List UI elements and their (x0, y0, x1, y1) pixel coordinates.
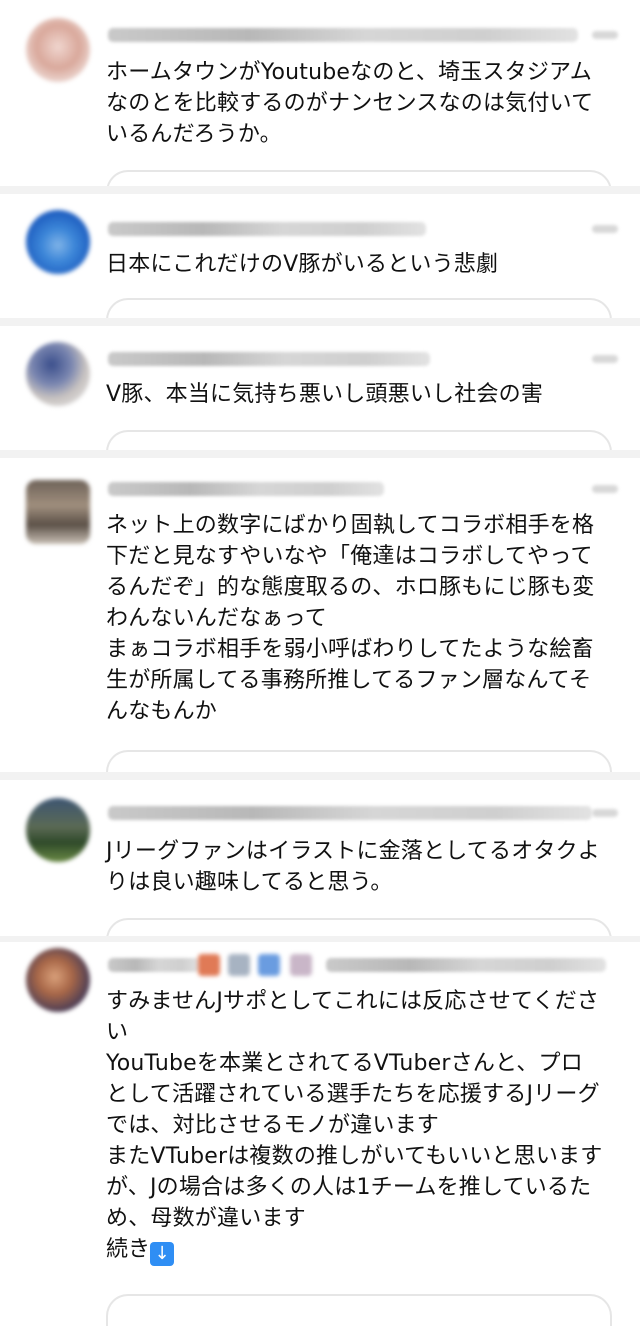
reply-post[interactable]: 日本にこれだけのV豚がいるという悲劇 (0, 194, 640, 340)
reply-text: すみませんJサポとしてこれには反応させてくださ い YouTubeを本業とされて… (106, 989, 603, 1231)
reply-post[interactable]: すみませんJサポとしてこれには反応させてくださ い YouTubeを本業とされて… (0, 942, 640, 1326)
down-arrow-icon: ↓ (150, 1242, 175, 1266)
reply-text: 日本にこれだけのV豚がいるという悲劇 (106, 252, 499, 277)
action-bar[interactable] (106, 1294, 612, 1326)
separator (0, 772, 640, 780)
reply-text: V豚、本当に気持ち悪いし頭悪いし社会の害 (106, 382, 544, 407)
author-handle-blurred[interactable] (326, 958, 606, 972)
emoji-blurred (290, 954, 312, 976)
author-name-blurred[interactable] (108, 482, 384, 496)
reply-text: ホームタウンがYoutubeなのと、埼玉スタジアム なのとを比較するのがナンセン… (106, 60, 594, 147)
reply-feed: ホームタウンがYoutubeなのと、埼玉スタジアム なのとを比較するのがナンセン… (0, 0, 640, 1326)
more-options-icon[interactable] (592, 485, 618, 493)
reply-post[interactable]: Jリーグファンはイラストに金落としてるオタクよ りは良い趣味してると思う。 (0, 780, 640, 960)
more-options-icon[interactable] (592, 31, 618, 39)
avatar[interactable] (26, 18, 90, 82)
avatar[interactable] (26, 210, 90, 274)
avatar[interactable] (26, 342, 90, 406)
reply-post[interactable]: ホームタウンがYoutubeなのと、埼玉スタジアム なのとを比較するのがナンセン… (0, 0, 640, 212)
avatar[interactable] (26, 798, 90, 862)
more-options-icon[interactable] (592, 355, 618, 363)
author-name-blurred[interactable] (108, 222, 426, 236)
emoji-blurred (228, 954, 250, 976)
author-name-blurred[interactable] (108, 958, 200, 972)
avatar[interactable] (26, 480, 90, 544)
author-name-blurred[interactable] (108, 352, 430, 366)
reply-text: ネット上の数字にばかり固執してコラボ相手を格 下だと見なすやいなや「俺達はコラボ… (106, 513, 595, 724)
emoji-blurred (198, 954, 220, 976)
reply-post[interactable]: ネット上の数字にばかり固執してコラボ相手を格 下だと見なすやいなや「俺達はコラボ… (0, 458, 640, 792)
reply-post[interactable]: V豚、本当に気持ち悪いし頭悪いし社会の害 (0, 326, 640, 472)
author-name-blurred[interactable] (108, 806, 592, 820)
emoji-blurred (258, 954, 280, 976)
continue-label: 続き (106, 1237, 151, 1262)
separator (0, 318, 640, 326)
continue-line: 続き ↓ (106, 1234, 175, 1266)
reply-text: Jリーグファンはイラストに金落としてるオタクよ りは良い趣味してると思う。 (106, 839, 600, 895)
separator (0, 450, 640, 458)
more-options-icon[interactable] (592, 225, 618, 233)
separator (0, 186, 640, 194)
avatar[interactable] (26, 948, 90, 1012)
more-options-icon[interactable] (592, 809, 618, 817)
author-name-blurred[interactable] (108, 28, 578, 42)
